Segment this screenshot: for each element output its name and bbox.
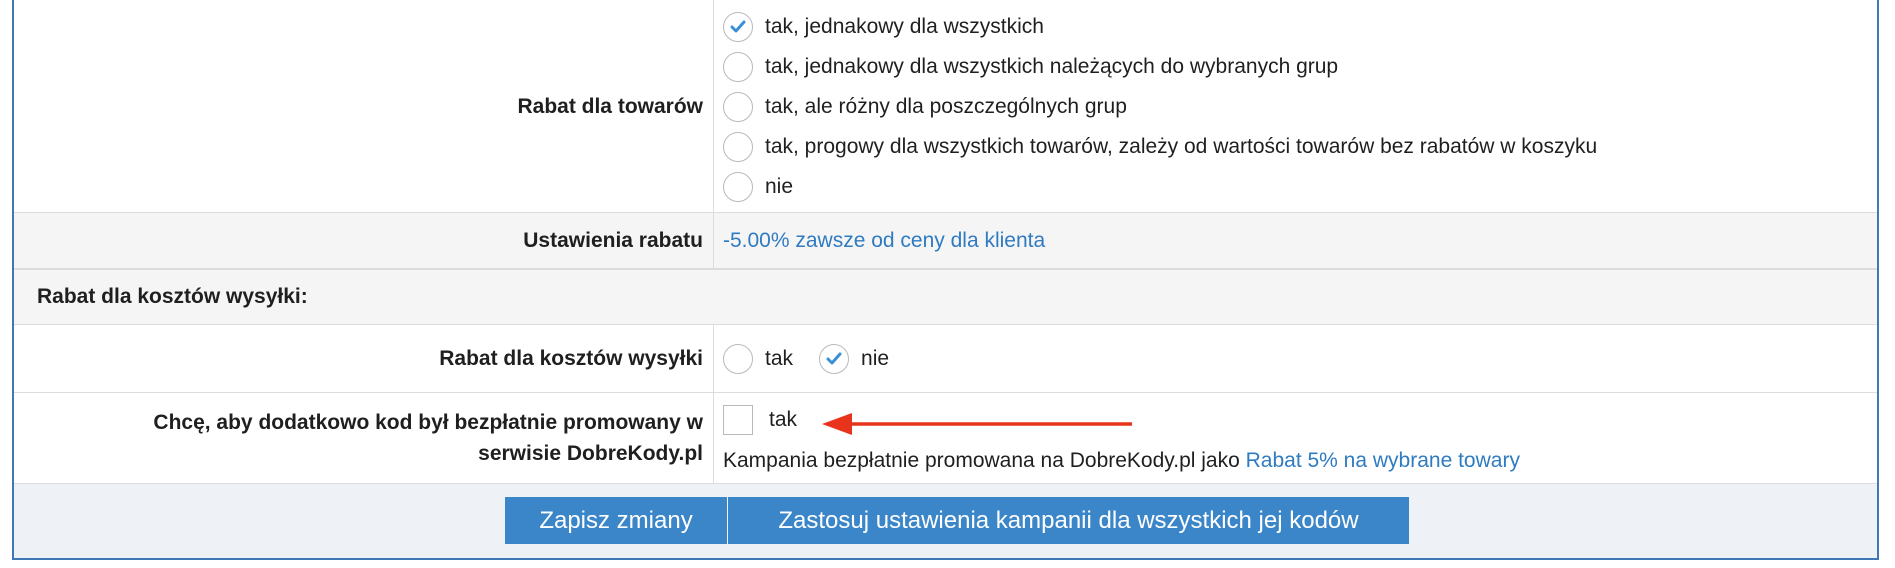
section-title-text: Rabat dla kosztów wysyłki: [37,285,308,308]
rabat-towarow-options: tak, jednakowy dla wszystkich tak, jedna… [714,0,1877,212]
promocja-label: Chcę, aby dodatkowo kod był bezpłatnie p… [14,393,714,483]
promocja-info-text: Kampania bezpłatnie promowana na DobreKo… [723,449,1240,472]
ustawienia-rabatu-label-text: Ustawienia rabatu [523,229,703,252]
row-rabat-towarow: Rabat dla towarów tak, jednakowy dla wsz… [14,0,1877,213]
radio-tak[interactable]: tak [723,343,794,374]
form-footer: Zapisz zmiany Zastosuj ustawienia kampan… [14,484,1877,558]
rabat-towarow-label: Rabat dla towarów [14,0,714,212]
radio-option-2[interactable]: tak, ale różny dla poszczególnych grup [723,87,1877,127]
radio-unchecked-icon[interactable] [723,172,753,202]
row-rabat-wysylki: Rabat dla kosztów wysyłki tak nie [14,325,1877,393]
form-panel: Rabat dla towarów tak, jednakowy dla wsz… [12,0,1879,560]
rabat-wysylki-label-text: Rabat dla kosztów wysyłki [439,347,703,370]
radio-nie[interactable]: nie [819,343,890,374]
promocja-info-link[interactable]: Rabat 5% na wybrane towary [1246,449,1520,472]
radio-unchecked-icon[interactable] [723,132,753,162]
rabat-wysylki-label: Rabat dla kosztów wysyłki [14,325,714,392]
section-rabat-wysylki: Rabat dla kosztów wysyłki: [14,269,1877,325]
promocja-checkbox-label: tak [769,408,798,431]
radio-unchecked-icon[interactable] [723,52,753,82]
radio-checked-icon[interactable] [723,12,753,42]
ustawienia-rabatu-label: Ustawienia rabatu [14,213,714,268]
radio-option-label: tak [765,346,794,370]
radio-option-label: tak, jednakowy dla wszystkich [765,15,1044,38]
promocja-info: Kampania bezpłatnie promowana na DobreKo… [723,449,1877,473]
section-title: Rabat dla kosztów wysyłki: [37,270,308,324]
radio-option-label: nie [861,346,890,370]
radio-option-4[interactable]: nie [723,167,1877,207]
ustawienia-rabatu-link[interactable]: -5.00% zawsze od ceny dla klienta [723,229,1045,253]
save-button[interactable]: Zapisz zmiany [505,497,727,544]
rabat-wysylki-options: tak nie [714,325,1877,392]
apply-all-codes-button[interactable]: Zastosuj ustawienia kampanii dla wszystk… [728,497,1409,544]
radio-checked-icon[interactable] [819,343,850,374]
ustawienia-rabatu-value: -5.00% zawsze od ceny dla klienta [714,213,1877,268]
radio-option-label: tak, jednakowy dla wszystkich należących… [765,55,1339,78]
radio-unchecked-icon[interactable] [723,92,753,122]
annotation-arrow-icon [822,413,1132,435]
promocja-checkbox[interactable] [723,405,753,435]
row-ustawienia-rabatu: Ustawienia rabatu -5.00% zawsze od ceny … [14,213,1877,269]
rabat-towarow-label-text: Rabat dla towarów [517,94,703,118]
radio-unchecked-icon[interactable] [723,343,753,374]
promocja-label-line1: Chcę, aby dodatkowo kod był bezpłatnie p… [153,411,703,434]
promocja-label-line2: serwisie DobreKody.pl [478,442,703,465]
radio-option-1[interactable]: tak, jednakowy dla wszystkich należących… [723,47,1877,87]
radio-option-3[interactable]: tak, progowy dla wszystkich towarów, zal… [723,127,1877,167]
radio-option-0[interactable]: tak, jednakowy dla wszystkich [723,7,1877,47]
radio-option-label: nie [765,175,794,198]
radio-option-label: tak, progowy dla wszystkich towarów, zal… [765,135,1598,158]
radio-option-label: tak, ale różny dla poszczególnych grup [765,95,1127,118]
